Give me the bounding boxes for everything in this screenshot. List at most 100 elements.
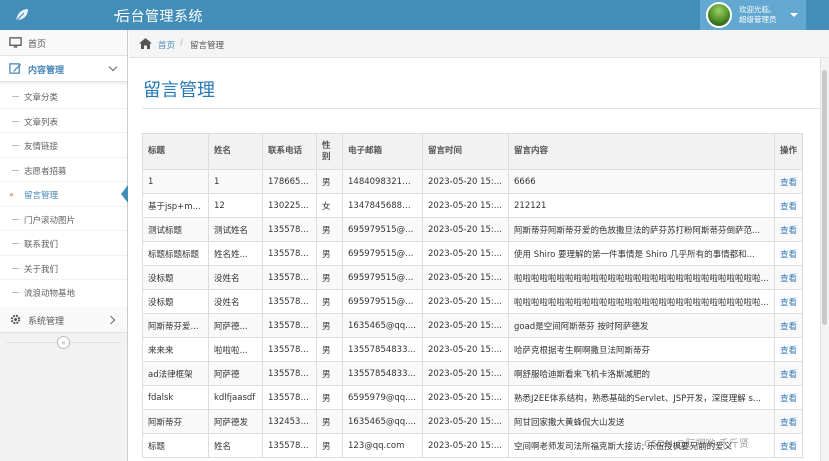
table-cell: 13557843 — [262, 385, 317, 410]
scrollbar-thumb[interactable] — [822, 70, 827, 325]
table-cell: 135578... — [262, 217, 317, 242]
table-cell: 2023-05-20 15:... — [422, 265, 509, 290]
edit-icon — [9, 63, 22, 74]
view-link[interactable]: 查看 — [774, 217, 803, 242]
sidebar-item-article-list[interactable]: 文章列表 — [0, 107, 127, 133]
sidebar-item-article-category[interactable]: 文章分类 — [0, 83, 127, 108]
table-cell: 男 — [316, 337, 343, 362]
table-cell: 阿萨德 — [208, 361, 263, 386]
sidebar-item-label: 内容管理 — [28, 66, 65, 76]
user-info[interactable]: 欢迎光临, 超级管理员 — [739, 5, 777, 25]
breadcrumb-home-link[interactable]: 首页 — [158, 39, 175, 51]
table-cell: 695979515@... — [342, 241, 423, 266]
submenu-dash — [12, 145, 19, 146]
table-cell: 啊舒服哈迪斯看来飞机卡洛斯减肥的 — [508, 361, 775, 386]
user-role: 超级管理员 — [739, 15, 777, 24]
table-cell: 标题 — [142, 433, 209, 458]
table-cell: 2023-05-20 15:... — [422, 241, 509, 266]
table-cell: ad法律框架 — [142, 361, 209, 386]
chevron-down-icon — [108, 62, 118, 72]
table-cell: 1347845688@... — [342, 193, 423, 218]
submenu-label: 文章列表 — [24, 117, 59, 128]
table-cell: 135578... — [262, 289, 317, 314]
table-cell: 啦啦啦啦啦啦啦啦啦啦啦啦啦啦啦啦啦啦啦啦啦啦啦啦啦啦啦啦啦... — [508, 289, 775, 314]
table-cell: 标题标题标题 — [142, 241, 209, 266]
table-cell: 1 — [208, 169, 263, 194]
submenu-label: 志愿者招募 — [24, 166, 67, 177]
sidebar-item-about-us[interactable]: 关于我们 — [0, 254, 127, 280]
sidebar-item-contact-us[interactable]: 联系我们 — [0, 230, 127, 255]
column-header: 联系电话 — [262, 133, 317, 170]
table-cell: 没姓名 — [208, 289, 263, 314]
chevron-right-icon — [106, 315, 116, 325]
caret-down-icon[interactable] — [790, 13, 798, 17]
table-cell: 695979515@... — [342, 289, 423, 314]
view-link[interactable]: 查看 — [774, 169, 803, 194]
table-cell: 阿斯蒂芬阿斯蒂芬爱的色放撒旦法的萨芬苏打粉阿斯蒂芬倒萨范... — [508, 217, 775, 242]
table-cell: kdlfjaasdf — [208, 385, 263, 410]
view-link[interactable]: 查看 — [774, 313, 803, 338]
table-cell: 12 — [208, 193, 263, 218]
submenu-dash — [12, 169, 19, 171]
table-cell: 2023-05-20 15:... — [422, 169, 509, 194]
table-cell: 没标题 — [142, 265, 209, 290]
view-link[interactable]: 查看 — [774, 433, 803, 458]
message-table: 标题 姓名 联系电话 性别 电子邮箱 留言时间 留言内容 操作 1 1 178665… — [142, 133, 803, 458]
sidebar-item-portal-carousel[interactable]: 门户滚动图片 — [0, 205, 127, 231]
view-link[interactable]: 查看 — [774, 193, 803, 218]
table-row: 来来来 啦啦啦... 135578... 男 13557854833... 2023-05… — [142, 337, 803, 362]
table-header-row: 标题 姓名 联系电话 性别 电子邮箱 留言时间 留言内容 操作 — [142, 133, 803, 170]
column-header: 留言内容 — [508, 133, 775, 170]
sidebar-item-animal-base[interactable]: 流浪动物基地 — [0, 279, 127, 304]
table-cell: 2023-05-20 15:... — [422, 289, 509, 314]
table-cell: 基于jsp+m... — [142, 193, 209, 218]
table-cell: goad是空间阿斯蒂芬 按时阿萨德发 — [508, 313, 775, 338]
view-link[interactable]: 查看 — [774, 337, 803, 362]
avatar[interactable] — [706, 2, 732, 28]
collapse-sidebar-button[interactable]: « — [57, 336, 70, 349]
table-cell: 6595979@qq.... — [342, 385, 423, 410]
table-cell: 男 — [316, 169, 343, 194]
submenu-label: 门户滚动图片 — [24, 215, 76, 226]
content-submenu: 文章分类 文章列表 友情链接 志愿者招募 » 留言管理 门户滚动图片 联系我们 — [0, 83, 128, 331]
title-divider — [142, 108, 822, 109]
table-cell: 来来来 — [142, 337, 209, 362]
sidebar: 首页 内容管理 文章分类 文章列表 友情链接 志愿者招募 » 留言管理 门户滚动… — [0, 30, 128, 461]
table-cell: 2023-05-20 15:... — [422, 409, 509, 434]
view-link[interactable]: 查看 — [774, 289, 803, 314]
view-link[interactable]: 查看 — [774, 241, 803, 266]
sidebar-item-home[interactable]: 首页 — [0, 30, 127, 56]
submenu-label: 留言管理 — [24, 191, 59, 201]
submenu-dash — [12, 96, 19, 97]
table-cell: 13245343 — [262, 409, 317, 434]
table-cell: 6666 — [508, 169, 775, 194]
table-cell: 测试标题 — [142, 217, 209, 242]
table-row: ad法律框架 阿萨德 135578... 男 13557854833... 2023-05… — [142, 361, 803, 386]
table-cell: 123@qq.com — [342, 433, 423, 458]
view-link[interactable]: 查看 — [774, 361, 803, 386]
submenu-dash — [12, 267, 19, 269]
table-cell: 姓名姓... — [208, 241, 263, 266]
view-link[interactable]: 查看 — [774, 409, 803, 434]
sidebar-item-friend-links[interactable]: 友情链接 — [0, 132, 127, 157]
gender-header-label: 性别 — [322, 140, 331, 162]
submenu-dash — [12, 120, 19, 122]
sidebar-item-content[interactable]: 内容管理 — [0, 56, 127, 82]
submenu-label: 文章分类 — [24, 93, 59, 103]
sidebar-item-message-management[interactable]: » 留言管理 — [0, 181, 128, 206]
table-row: fdalsk kdlfjaasdf 13557843 男 6595979@qq.... 2… — [142, 385, 803, 410]
table-row: 没标题 没姓名 135578... 男 695979515@... 2023-05-20 … — [142, 265, 803, 290]
view-link[interactable]: 查看 — [774, 385, 803, 410]
user-menu[interactable]: 欢迎光临, 超级管理员 — [700, 0, 806, 30]
table-cell: 男 — [316, 433, 343, 458]
table-cell: 测试姓名 — [208, 217, 263, 242]
table-cell: 阿萨德发 — [208, 409, 263, 434]
sidebar-item-system[interactable]: 系统管理 — [0, 307, 127, 333]
sidebar-item-volunteer[interactable]: 志愿者招募 — [0, 156, 127, 182]
view-link[interactable]: 查看 — [774, 265, 803, 290]
table-cell: 阿斯蒂芬爱... — [142, 313, 209, 338]
table-row: 阿斯蒂芬爱... 阿萨德... 135578... 男 1635465@qq.... 20… — [142, 313, 803, 338]
column-header: 性别 — [316, 133, 343, 170]
table-cell: 没姓名 — [208, 265, 263, 290]
column-header: 姓名 — [208, 133, 263, 170]
